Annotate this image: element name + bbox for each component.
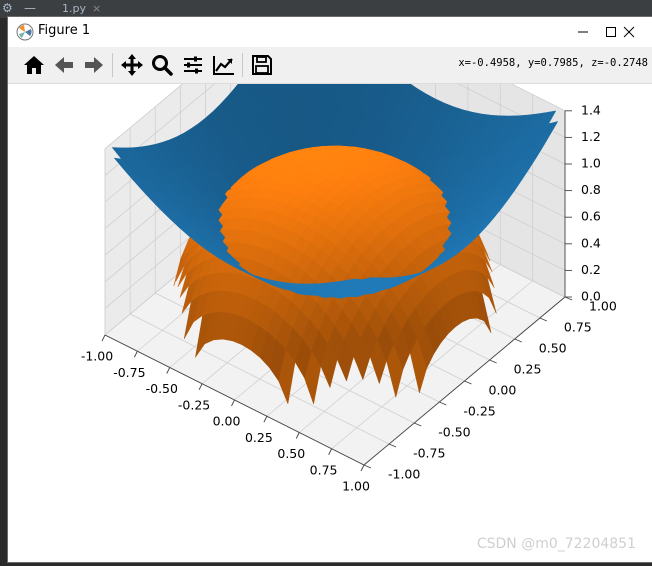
x-tick-mark bbox=[133, 351, 138, 358]
y-tick-mark bbox=[439, 401, 447, 406]
title-bar[interactable]: Figure 1 bbox=[8, 17, 652, 47]
y-tick-mark bbox=[514, 338, 522, 343]
y-tick-mark bbox=[564, 296, 573, 301]
x-tick-mark bbox=[295, 432, 300, 439]
pan-icon bbox=[121, 54, 143, 76]
x-tick-mark bbox=[328, 448, 333, 455]
toolbar-separator bbox=[112, 53, 113, 77]
z-tick-label: 0.0 bbox=[581, 289, 601, 304]
save-button[interactable] bbox=[248, 51, 276, 79]
gear-icon[interactable]: ⚙ bbox=[2, 1, 13, 15]
ide-left-gutter bbox=[0, 18, 8, 562]
ide-file-tab[interactable]: 1.py × bbox=[56, 2, 107, 16]
y-tick-label: -0.25 bbox=[463, 404, 495, 419]
y-tick-mark bbox=[363, 464, 372, 469]
forward-button[interactable] bbox=[80, 51, 108, 79]
zoom-button[interactable] bbox=[148, 51, 176, 79]
ide-tab-strip: ⚙ — 1.py × bbox=[0, 0, 652, 18]
x-tick-label: -0.75 bbox=[113, 365, 145, 380]
3d-surface-plot[interactable]: -1.00-0.75-0.50-0.250.000.250.500.751.00… bbox=[8, 0, 652, 562]
y-tick-label: -1.00 bbox=[388, 467, 420, 482]
back-button[interactable] bbox=[50, 51, 78, 79]
x-tick-mark bbox=[360, 464, 365, 472]
y-tick-mark bbox=[388, 443, 397, 448]
x-tick-mark bbox=[101, 334, 106, 342]
y-tick-label: -0.50 bbox=[438, 425, 470, 440]
close-button[interactable] bbox=[606, 17, 652, 47]
x-tick-label: 1.00 bbox=[342, 479, 370, 494]
x-tick-label: -0.25 bbox=[178, 397, 210, 412]
toolbar-separator bbox=[242, 53, 243, 77]
y-tick-mark bbox=[539, 317, 548, 322]
forward-arrow-icon bbox=[85, 57, 103, 73]
y-tick-label: 0.75 bbox=[564, 320, 592, 335]
x-tick-label: -1.00 bbox=[81, 349, 113, 364]
z-tick-label: 1.2 bbox=[581, 129, 601, 144]
x-tick-mark bbox=[166, 367, 171, 374]
save-icon bbox=[252, 55, 272, 75]
z-tick-label: 1.0 bbox=[581, 156, 601, 171]
watermark-text: CSDN @m0_72204851 bbox=[476, 536, 636, 552]
subplots-button[interactable] bbox=[179, 51, 207, 79]
back-arrow-icon bbox=[55, 57, 73, 73]
y-tick-label: -0.75 bbox=[413, 446, 445, 461]
pan-button[interactable] bbox=[118, 51, 146, 79]
x-tick-label: 0.75 bbox=[310, 462, 338, 477]
cursor-coordinates-readout: x=-0.4958, y=0.7985, z=-0.2748 bbox=[458, 57, 648, 69]
home-button[interactable] bbox=[20, 51, 48, 79]
matplotlib-logo-icon bbox=[16, 23, 34, 41]
close-icon bbox=[623, 26, 635, 38]
z-tick-label: 0.2 bbox=[581, 262, 601, 277]
y-tick-label: 0.25 bbox=[514, 362, 542, 377]
zoom-icon bbox=[152, 55, 173, 76]
x-tick-label: -0.50 bbox=[146, 381, 178, 396]
navigation-toolbar: x=-0.4958, y=0.7985, z=-0.2748 bbox=[8, 47, 652, 84]
window-title: Figure 1 bbox=[38, 23, 91, 38]
y-tick-label: 0.50 bbox=[539, 341, 567, 356]
collapse-icon[interactable]: — bbox=[24, 1, 36, 15]
x-tick-label: 0.50 bbox=[277, 446, 305, 461]
z-tick-label: 0.6 bbox=[581, 209, 601, 224]
x-tick-mark bbox=[263, 416, 268, 423]
x-tick-label: 0.25 bbox=[245, 430, 273, 445]
z-tick-label: 0.8 bbox=[581, 182, 601, 197]
z-tick-label: 0.4 bbox=[581, 235, 601, 250]
x-tick-mark bbox=[198, 383, 203, 390]
ide-file-tab-label: 1.py bbox=[62, 2, 86, 15]
subplots-icon bbox=[184, 56, 202, 74]
figure-canvas[interactable]: -1.00 -0.75 -0.50 -0.25 0.00 0.25 0.50 0.75 1.00… bbox=[8, 0, 652, 562]
close-tab-icon[interactable]: × bbox=[92, 2, 101, 15]
y-tick-mark bbox=[464, 380, 472, 385]
x-tick-label: 0.00 bbox=[213, 414, 241, 429]
customize-button[interactable] bbox=[210, 51, 238, 79]
z-tick-label: 1.4 bbox=[581, 102, 601, 117]
x-tick-mark bbox=[231, 399, 235, 407]
figure-window: Figure 1 x=-0.4958, y=0.7985, z=-0.2748 … bbox=[8, 0, 652, 562]
y-tick-mark bbox=[489, 359, 497, 364]
customize-icon bbox=[213, 56, 234, 75]
home-icon bbox=[24, 56, 44, 74]
y-tick-mark bbox=[414, 422, 422, 427]
y-tick-label: 0.00 bbox=[489, 383, 517, 398]
